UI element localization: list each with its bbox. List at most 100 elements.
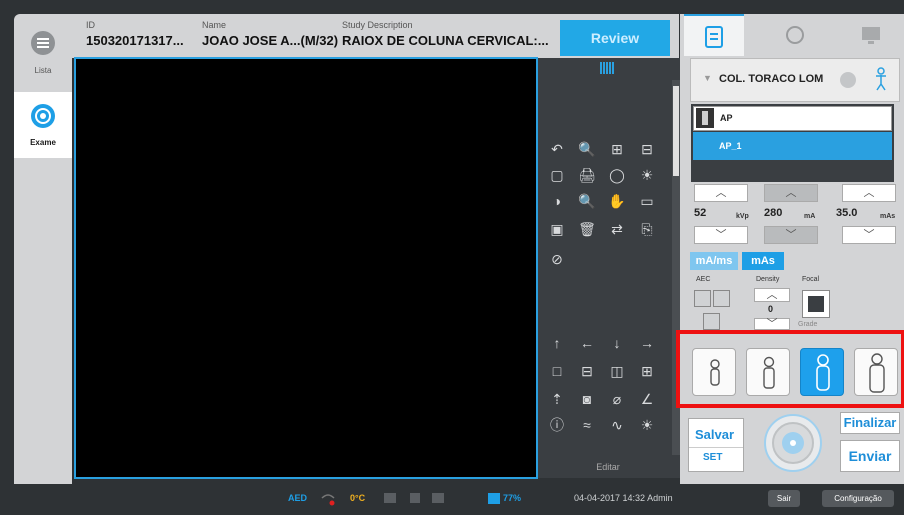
kvp-value: 52 — [694, 207, 707, 219]
tool-button-12[interactable]: ▭ — [636, 190, 658, 212]
patient-header: ID 150320171317... Name JOAO JOSE A...(M… — [72, 14, 679, 58]
finalizar-button[interactable]: Finalizar — [840, 412, 900, 434]
tool-button-6[interactable]: 🖨 — [576, 164, 598, 186]
mode-mams-button[interactable]: mA/ms — [690, 252, 738, 270]
mas-value: 35.0 — [836, 207, 858, 219]
tool-button-21[interactable]: → — [636, 332, 658, 354]
left-nav: Lista Exame — [14, 14, 72, 484]
tool-button-26[interactable]: ⇡ — [546, 388, 568, 410]
panel-grip-icon[interactable] — [600, 62, 614, 74]
tool-button-22[interactable]: □ — [546, 360, 568, 382]
tool-button-3[interactable]: ⊞ — [606, 138, 628, 160]
tool-button-11[interactable]: ✋ — [606, 190, 628, 212]
list-icon — [31, 31, 55, 55]
view-item-ap1[interactable]: AP_1 — [693, 132, 892, 160]
tool-button-13[interactable]: ▣ — [546, 218, 568, 240]
tool-button-15[interactable]: ⇄ — [606, 218, 628, 240]
help-icon[interactable] — [839, 71, 857, 89]
datetime-user: 04-04-2017 14:32 Admin — [574, 493, 673, 503]
density-up-button[interactable]: ︿ — [754, 288, 790, 302]
tool-button-14[interactable]: 🗑 — [576, 218, 598, 240]
tool-button-17[interactable]: ⊘ — [546, 248, 568, 270]
tool-button-30[interactable]: ⓘ — [546, 414, 568, 436]
tool-button-7[interactable]: ◯ — [606, 164, 628, 186]
body-figure-icon[interactable] — [873, 67, 889, 91]
tool-button-23[interactable]: ⊟ — [576, 360, 598, 382]
tool-button-25[interactable]: ⊞ — [636, 360, 658, 382]
aec-label: AEC — [696, 276, 711, 283]
tool-button-33[interactable]: ☀ — [636, 414, 658, 436]
radiation-icon — [772, 422, 814, 464]
tool-button-27[interactable]: ◙ — [576, 388, 598, 410]
view-item-ap[interactable]: AP — [693, 106, 892, 131]
study-value: RAIOX DE COLUNA CERVICAL:... — [342, 33, 549, 48]
ma-up-button[interactable]: ︿ — [764, 184, 818, 202]
tab-protocol[interactable] — [684, 14, 744, 56]
temperature-label: 0°C — [350, 493, 366, 503]
ma-unit: mA — [804, 213, 816, 220]
grade-label: Grade — [798, 321, 818, 328]
tab-monitor[interactable] — [840, 14, 900, 56]
status-bar: AED 0°C 77% 04-04-2017 14:32 Admin Sair … — [0, 484, 904, 515]
tool-button-24[interactable]: ◫ — [606, 360, 628, 382]
mode-mas-button[interactable]: mAs — [742, 252, 784, 270]
tool-panel: ↶ 🔍 ⊞ ⊟ ▢ 🖨 ◯ ☀ ◑ 🔍 ✋ ▭ ▣ 🗑 ⇄ ⎘ ⊘ ↑ ← ↓ → □ ⊟ ◫ ⊞ ⇡ ◙ ⌀ ∠ ⓘ ≈ ∿ ☀ Editar — [538, 58, 680, 478]
tab-generator[interactable] — [764, 14, 824, 56]
density-value: 0 — [768, 304, 774, 314]
xray-thumbnail-icon — [696, 108, 714, 128]
configuracao-button[interactable]: Configuração — [822, 490, 894, 507]
tool-button-16[interactable]: ⎘ — [636, 218, 658, 240]
tool-button-10[interactable]: 🔍 — [576, 190, 598, 212]
monitor-icon — [862, 27, 880, 44]
aec-field-right[interactable] — [713, 290, 730, 307]
tool-button-20[interactable]: ↓ — [606, 332, 628, 354]
focal-label: Focal — [802, 276, 820, 283]
edit-button[interactable]: Editar — [588, 456, 628, 478]
battery-icon — [488, 493, 500, 504]
image-viewport[interactable] — [74, 57, 538, 479]
battery-label: 77% — [503, 493, 522, 503]
tool-scroll-thumb[interactable] — [673, 86, 679, 176]
tool-button-5[interactable]: ▢ — [546, 164, 568, 186]
nav-exame[interactable]: Exame — [14, 92, 72, 158]
expose-button[interactable] — [764, 414, 822, 472]
right-panel: ▼ COL. TORACO LOM AP AP_1 ︿ ︿ ︿ 52 kVp 2… — [680, 14, 904, 484]
focal-button[interactable] — [802, 290, 830, 318]
nav-lista[interactable]: Lista — [14, 24, 72, 80]
tool-button-9[interactable]: ◑ — [546, 190, 568, 212]
detector-status-icon — [410, 493, 420, 503]
name-label: Name — [202, 20, 227, 30]
tool-button-8[interactable]: ☀ — [636, 164, 658, 186]
kvp-up-button[interactable]: ︿ — [694, 184, 748, 202]
aec-field-center[interactable] — [703, 313, 720, 330]
aec-field-left[interactable] — [694, 290, 711, 307]
view-ap-label: AP — [720, 113, 733, 123]
salvar-set-button[interactable]: Salvar SET — [688, 418, 744, 472]
aed-label: AED — [288, 493, 308, 503]
sair-button[interactable]: Sair — [768, 490, 800, 507]
mas-up-button[interactable]: ︿ — [842, 184, 896, 202]
protocol-selector[interactable]: ▼ COL. TORACO LOM — [690, 58, 900, 102]
kvp-down-button[interactable]: ﹀ — [694, 226, 748, 244]
tool-button-2[interactable]: 🔍 — [576, 138, 598, 160]
wifi-icon — [321, 494, 335, 506]
tool-button-1[interactable]: ↶ — [546, 138, 568, 160]
ma-down-button[interactable]: ﹀ — [764, 226, 818, 244]
density-down-button[interactable]: ﹀ — [754, 318, 790, 330]
view-ap1-label: AP_1 — [719, 141, 742, 151]
enviar-button[interactable]: Enviar — [840, 440, 900, 472]
tool-button-19[interactable]: ← — [576, 332, 598, 354]
density-label: Density — [756, 276, 780, 283]
printer-status-icon — [432, 493, 444, 503]
tool-button-18[interactable]: ↑ — [546, 332, 568, 354]
tool-button-32[interactable]: ∿ — [606, 414, 628, 436]
tool-button-4[interactable]: ⊟ — [636, 138, 658, 160]
tool-button-29[interactable]: ∠ — [636, 388, 658, 410]
mas-down-button[interactable]: ﹀ — [842, 226, 896, 244]
focal-spot-icon — [808, 296, 824, 312]
tool-button-31[interactable]: ≈ — [576, 414, 598, 436]
study-label: Study Description — [342, 20, 413, 30]
tool-button-28[interactable]: ⌀ — [606, 388, 628, 410]
highlight-box — [676, 330, 904, 408]
review-button[interactable]: Review — [560, 20, 670, 56]
